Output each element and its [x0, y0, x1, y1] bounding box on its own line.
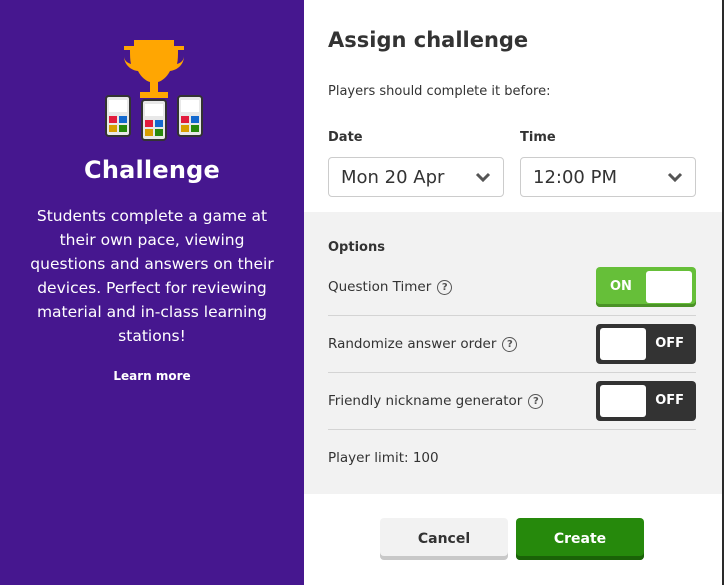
date-label: Date: [328, 130, 363, 145]
challenge-title: Challenge: [84, 156, 220, 184]
option-question-timer: Question Timer ? ON: [328, 259, 696, 316]
time-label: Time: [520, 130, 556, 145]
randomize-answer-order-toggle[interactable]: OFF: [596, 324, 696, 364]
date-value: Mon 20 Apr: [341, 166, 445, 188]
option-friendly-nickname-generator: Friendly nickname generator ? OFF: [328, 373, 696, 430]
help-icon[interactable]: ?: [502, 336, 518, 352]
phone-icon-right: [177, 95, 203, 137]
deadline-instruction: Players should complete it before:: [328, 84, 551, 99]
toggle-knob: [600, 328, 646, 360]
options-section: Options Question Timer ? ON Randomize an…: [304, 212, 722, 494]
chevron-down-icon: [667, 172, 683, 182]
friendly-nickname-generator-toggle[interactable]: OFF: [596, 381, 696, 421]
challenge-description: Students complete a game at their own pa…: [30, 207, 274, 345]
phone-icon-center: [141, 99, 167, 141]
option-randomize-answer-order: Randomize answer order ? OFF: [328, 316, 696, 373]
assign-challenge-modal: Challenge Students complete a game at th…: [0, 0, 722, 585]
toggle-state: OFF: [655, 336, 684, 351]
challenge-info-panel: Challenge Students complete a game at th…: [0, 0, 304, 585]
option-label: Friendly nickname generator: [328, 393, 523, 409]
trophy-phones-illustration: [105, 40, 203, 141]
toggle-state: ON: [610, 279, 632, 294]
trophy-icon: [124, 40, 184, 98]
phone-icon-left: [105, 95, 131, 137]
player-limit: Player limit: 100: [328, 450, 439, 466]
toggle-knob: [646, 271, 692, 303]
time-select[interactable]: 12:00 PM: [520, 157, 696, 197]
cancel-button[interactable]: Cancel: [380, 518, 508, 560]
toggle-state: OFF: [655, 393, 684, 408]
time-value: 12:00 PM: [533, 166, 617, 188]
option-label: Question Timer: [328, 279, 432, 295]
form-title: Assign challenge: [328, 28, 529, 52]
help-icon[interactable]: ?: [437, 279, 453, 295]
options-heading: Options: [328, 240, 385, 255]
chevron-down-icon: [475, 172, 491, 182]
help-icon[interactable]: ?: [528, 393, 544, 409]
assign-form-panel: Assign challenge Players should complete…: [304, 0, 722, 585]
date-select[interactable]: Mon 20 Apr: [328, 157, 504, 197]
learn-more-link[interactable]: Learn more: [0, 369, 304, 383]
create-button[interactable]: Create: [516, 518, 644, 560]
question-timer-toggle[interactable]: ON: [596, 267, 696, 307]
option-label: Randomize answer order: [328, 336, 497, 352]
toggle-knob: [600, 385, 646, 417]
